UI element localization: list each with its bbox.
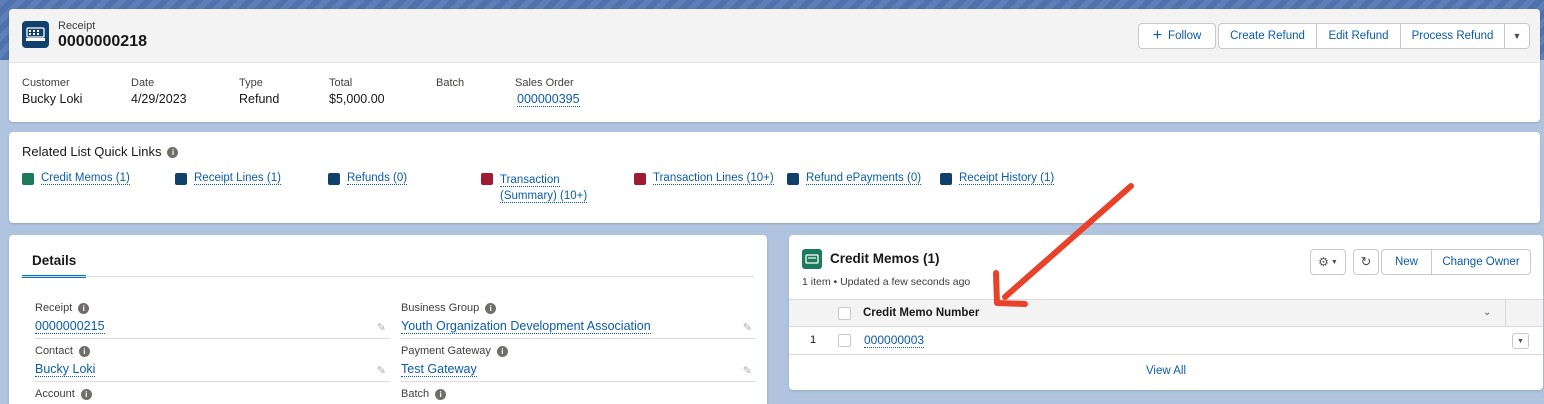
details-panel: Details Receipt i 0000000215 ✎ Business Gr… (9, 235, 767, 404)
credit-memos-card: Credit Memos (1) 1 item • Updated a few … (789, 235, 1543, 390)
transaction-icon (481, 173, 493, 185)
row-number: 1 (810, 334, 817, 346)
pencil-icon[interactable]: ✎ (743, 321, 752, 334)
gear-icon: ⚙ (1318, 255, 1329, 269)
view-all-link[interactable]: View All (1146, 365, 1186, 377)
field-receipt: Receipt i 0000000215 ✎ (35, 302, 390, 339)
info-icon[interactable]: i (167, 147, 179, 159)
epayment-icon (787, 173, 799, 185)
field-account: Account i (35, 388, 390, 404)
follow-label: Follow (1168, 30, 1202, 42)
credit-memo-icon (802, 249, 822, 269)
object-label: Receipt (58, 20, 96, 32)
more-actions-button[interactable]: ▼ (1504, 23, 1530, 49)
change-owner-button[interactable]: Change Owner (1431, 249, 1531, 275)
receipt-icon (940, 173, 952, 185)
create-refund-button[interactable]: Create Refund (1218, 23, 1317, 49)
record-header: Receipt 0000000218 + Follow Create Refun… (9, 9, 1540, 122)
quick-link-transaction-lines[interactable]: Transaction Lines (10+) (634, 172, 774, 185)
field-batch: Batch i (401, 388, 756, 404)
plus-icon: + (1152, 27, 1163, 44)
chevron-down-icon[interactable]: ⌄ (1483, 307, 1491, 318)
chevron-down-icon: ▼ (1512, 31, 1522, 41)
transaction-icon (634, 173, 646, 185)
highlight-total: Total $5,000.00 (329, 77, 385, 106)
tab-details[interactable]: Details (22, 253, 87, 278)
pencil-icon[interactable]: ✎ (743, 364, 752, 377)
quick-link-credit-memos[interactable]: Credit Memos (1) (22, 172, 130, 185)
highlight-date: Date 4/29/2023 (131, 77, 187, 106)
table-row: 1 000000003 ▼ (789, 327, 1543, 355)
credit-memo-link[interactable]: 000000003 (864, 333, 925, 348)
credit-memos-title[interactable]: Credit Memos (1) (830, 251, 940, 266)
highlight-type: Type Refund (239, 77, 280, 106)
record-title-bar: Receipt 0000000218 + Follow Create Refun… (9, 9, 1540, 63)
field-contact: Contact i Bucky Loki ✎ (35, 345, 390, 382)
row-actions-button[interactable]: ▼ (1512, 333, 1529, 349)
highlight-sales-order: Sales Order 000000395 (515, 77, 580, 107)
info-icon[interactable]: i (78, 345, 90, 357)
quick-links-title: Related List Quick Links i (22, 144, 179, 159)
highlight-customer: Customer Bucky Loki (22, 77, 83, 106)
row-checkbox[interactable] (838, 334, 851, 347)
info-icon[interactable]: i (496, 345, 508, 357)
chevron-down-icon: ▼ (1517, 337, 1524, 345)
business-group-link[interactable]: Youth Organization Development Associati… (401, 319, 651, 334)
chevron-down-icon: ▼ (1330, 258, 1338, 266)
follow-button[interactable]: + Follow (1138, 23, 1216, 49)
column-divider (1505, 300, 1506, 327)
record-name: 0000000218 (58, 33, 147, 50)
info-icon[interactable]: i (78, 302, 90, 314)
credit-memos-subtitle: 1 item • Updated a few seconds ago (802, 276, 971, 288)
view-all-link-wrap: View All (789, 365, 1543, 377)
field-payment-gateway: Payment Gateway i Test Gateway ✎ (401, 345, 756, 382)
quick-link-receipt-history[interactable]: Receipt History (1) (940, 172, 1055, 185)
select-all-checkbox[interactable] (838, 307, 851, 320)
record-actions: Create Refund Edit Refund Process Refund… (1218, 23, 1530, 49)
receipt-icon (175, 173, 187, 185)
refresh-button[interactable]: ↻ (1353, 249, 1379, 275)
info-icon[interactable]: i (435, 388, 447, 400)
highlight-batch: Batch (436, 77, 465, 89)
info-icon[interactable]: i (80, 388, 92, 400)
sales-order-link[interactable]: 000000395 (517, 92, 580, 107)
receipt-link[interactable]: 0000000215 (35, 319, 105, 334)
list-actions: New Change Owner (1381, 249, 1531, 275)
tab-divider (22, 276, 754, 277)
related-list-quick-links: Related List Quick Links i Credit Memos (… (9, 132, 1540, 223)
table-header: Credit Memo Number ⌄ (789, 299, 1543, 327)
quick-link-refund-epayments[interactable]: Refund ePayments (0) (787, 172, 922, 185)
quick-link-transaction-summary[interactable]: Transaction (Summary) (10+) (481, 172, 588, 204)
pencil-icon[interactable]: ✎ (377, 364, 386, 377)
receipt-icon (328, 173, 340, 185)
quick-link-refunds[interactable]: Refunds (0) (328, 172, 408, 185)
column-credit-memo-number[interactable]: Credit Memo Number (863, 307, 979, 319)
contact-link[interactable]: Bucky Loki (35, 362, 96, 377)
process-refund-button[interactable]: Process Refund (1400, 23, 1505, 49)
info-icon[interactable]: i (485, 302, 497, 314)
refresh-icon: ↻ (1360, 254, 1372, 269)
edit-refund-button[interactable]: Edit Refund (1316, 23, 1401, 49)
payment-gateway-link[interactable]: Test Gateway (401, 362, 477, 377)
credit-memo-icon (22, 173, 34, 185)
receipt-icon (22, 21, 49, 48)
field-business-group: Business Group i Youth Organization Devel… (401, 302, 756, 339)
quick-link-receipt-lines[interactable]: Receipt Lines (1) (175, 172, 281, 185)
new-button[interactable]: New (1381, 249, 1432, 275)
pencil-icon[interactable]: ✎ (377, 321, 386, 334)
settings-menu-button[interactable]: ⚙ ▼ (1310, 249, 1346, 275)
